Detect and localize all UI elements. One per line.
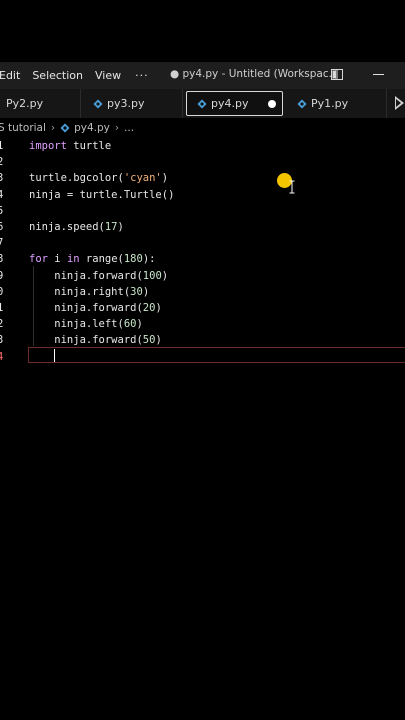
code-line[interactable]: 6 ninja.speed(17) <box>0 219 405 235</box>
tab-py1[interactable]: Py1.py <box>285 89 387 118</box>
code-text: ninja.forward(50) <box>29 334 162 347</box>
python-file-icon <box>60 123 70 133</box>
tab-py3[interactable]: py3.py <box>81 89 183 118</box>
code-line[interactable]: 1 ninja.forward(20) <box>0 300 405 316</box>
line-number: 2 <box>0 318 4 331</box>
title-bar: Edit Selection View ··· ● py4.py - Untit… <box>0 62 405 89</box>
code-line[interactable]: 5 <box>0 203 405 219</box>
text-cursor-icon <box>289 180 295 194</box>
tab-py4[interactable]: py4.py <box>186 91 283 116</box>
code-text: turtle.bgcolor('cyan') <box>29 172 169 185</box>
tab-label: py3.py <box>107 97 145 110</box>
line-number: 3 <box>0 172 4 185</box>
tab-bar: Py2.py py3.py py4.py Py1.py <box>0 89 405 118</box>
python-file-icon <box>297 99 307 108</box>
run-icon-inner <box>396 99 401 107</box>
code-line[interactable]: 2 ninja.left(60) <box>0 316 405 332</box>
code-text: ninja.forward(20) <box>29 302 162 314</box>
screen: Edit Selection View ··· ● py4.py - Untit… <box>0 0 405 720</box>
code-line[interactable]: 3 ninja.forward(50) <box>0 332 405 348</box>
breadcrumb-folder[interactable]: S tutorial <box>0 122 46 134</box>
window-title: ● py4.py - Untitled (Workspac... <box>170 68 339 80</box>
code-editor[interactable]: 1 import turtle 2 3 turtle.bgcolor('cyan') 4 n… <box>0 138 405 378</box>
line-number: 4 <box>0 350 4 363</box>
code-line[interactable]: 9 ninja.forward(100) <box>0 268 405 284</box>
code-text: ninja.left(60) <box>29 318 143 331</box>
code-text: import turtle <box>29 140 112 152</box>
line-number: 1 <box>0 140 4 152</box>
breadcrumb-file[interactable]: py4.py <box>74 122 110 134</box>
tab-label: Py2.py <box>6 97 44 110</box>
code-text: ninja = turtle.Turtle() <box>29 188 175 201</box>
code-line[interactable]: 3 turtle.bgcolor('cyan') <box>0 170 405 186</box>
line-number: 6 <box>0 221 4 233</box>
line-number: 9 <box>0 269 4 282</box>
line-number: 3 <box>0 334 4 347</box>
python-file-icon <box>197 99 207 108</box>
layout-icon[interactable] <box>331 69 343 80</box>
chevron-right-icon: › <box>50 122 56 134</box>
code-line[interactable]: 2 <box>0 154 405 170</box>
menu-more-button[interactable]: ··· <box>127 69 157 82</box>
tab-py2[interactable]: Py2.py <box>0 89 81 118</box>
code-text: for i in range(180): <box>29 253 156 266</box>
unsaved-dot-icon[interactable] <box>268 100 276 108</box>
line-number: 8 <box>0 253 4 266</box>
code-line[interactable]: 0 ninja.right(30) <box>0 284 405 300</box>
code-text: ninja.forward(100) <box>29 269 169 282</box>
code-text: ninja.right(30) <box>29 285 150 298</box>
breadcrumb: S tutorial › py4.py › ... <box>0 118 405 138</box>
python-file-icon <box>93 99 103 108</box>
menu-selection[interactable]: Selection <box>26 69 89 82</box>
code-line[interactable]: 1 import turtle <box>0 138 405 154</box>
line-number: 2 <box>0 156 4 169</box>
code-line[interactable]: 4 <box>0 349 405 365</box>
tab-label: Py1.py <box>311 97 349 110</box>
code-line[interactable]: 4 ninja = turtle.Turtle() <box>0 187 405 203</box>
line-number: 0 <box>0 285 4 298</box>
minimize-icon[interactable] <box>373 74 384 75</box>
line-number: 1 <box>0 302 4 314</box>
breadcrumb-symbols[interactable]: ... <box>124 122 134 134</box>
menu-edit[interactable]: Edit <box>0 69 26 82</box>
line-number: 7 <box>0 237 4 250</box>
menu-view[interactable]: View <box>89 69 127 82</box>
code-line[interactable]: 7 <box>0 235 405 251</box>
chevron-right-icon: › <box>114 122 120 134</box>
code-line[interactable]: 8 for i in range(180): <box>0 251 405 267</box>
code-text: ninja.speed(17) <box>29 221 124 233</box>
line-number: 5 <box>0 204 4 217</box>
line-number: 4 <box>0 188 4 201</box>
tab-label: py4.py <box>211 97 249 110</box>
